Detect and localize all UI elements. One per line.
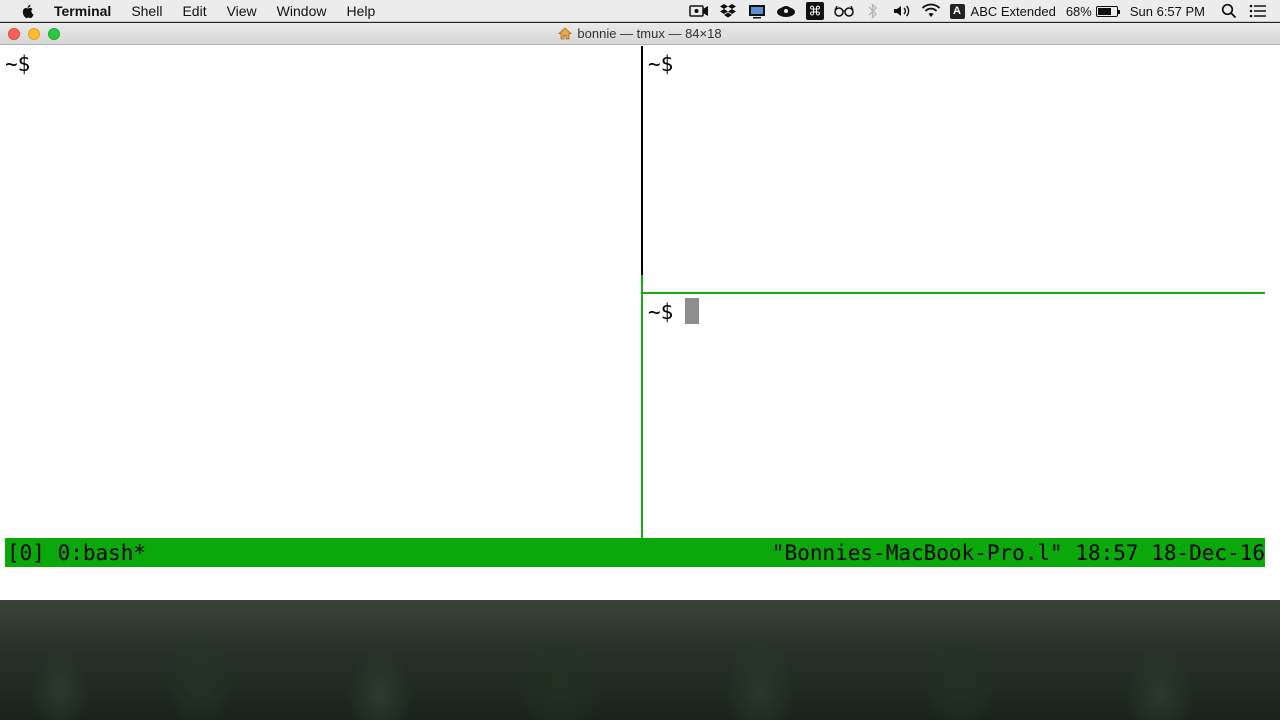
shell-prompt: ~$ (648, 52, 674, 76)
tmux-pane-left[interactable]: ~$ (0, 46, 641, 538)
minimize-window-button[interactable] (28, 28, 40, 40)
menu-bar-status-area: ⌘ A ABC Extended 68% Sun 6:57 PM (688, 0, 1280, 22)
terminal-content[interactable]: ~$ ~$ ~$ [0] 0:bash* "Bonnies-MacBook-Pr… (0, 46, 1280, 600)
battery-icon[interactable] (1095, 5, 1120, 17)
shell-prompt-text: ~$ (648, 300, 674, 324)
command-key-icon[interactable]: ⌘ (805, 2, 825, 20)
zoom-window-button[interactable] (48, 28, 60, 40)
menu-bar: Terminal Shell Edit View Window Help ⌘ A… (0, 0, 1280, 22)
tmux-window-list[interactable]: [0] 0:bash* (5, 541, 146, 565)
cloud-app-icon[interactable] (776, 3, 796, 19)
pane-divider-horizontal-active[interactable] (641, 292, 1265, 294)
reading-glasses-icon[interactable] (833, 3, 854, 19)
tmux-pane-top-right[interactable]: ~$ (643, 46, 1265, 292)
volume-icon[interactable] (892, 3, 912, 19)
menu-window[interactable]: Window (277, 3, 327, 19)
svg-text:⌘: ⌘ (808, 5, 821, 20)
shell-prompt: ~$ (5, 52, 31, 76)
window-title: bonnie — tmux — 84×18 (577, 26, 722, 41)
wifi-icon[interactable] (921, 3, 941, 19)
apple-menu-icon[interactable] (20, 3, 36, 19)
tmux-pane-bottom-right[interactable]: ~$ (643, 294, 1265, 538)
pane-divider-vertical-active[interactable] (641, 275, 643, 538)
bluetooth-icon[interactable] (863, 3, 883, 19)
menu-shell[interactable]: Shell (131, 3, 162, 19)
spotlight-search-icon[interactable] (1219, 3, 1239, 19)
menu-help[interactable]: Help (346, 3, 375, 19)
desktop-background (0, 600, 1280, 720)
pane-divider-vertical[interactable] (641, 46, 643, 275)
menu-view[interactable]: View (227, 3, 257, 19)
tmux-status-right: "Bonnies-MacBook-Pro.l" 18:57 18-Dec-16 (771, 540, 1265, 565)
tmux-status-bar: [0] 0:bash* "Bonnies-MacBook-Pro.l" 18:5… (5, 538, 1265, 567)
terminal-window: bonnie — tmux — 84×18 ~$ ~$ ~$ [0] 0:bas… (0, 23, 1280, 600)
menu-app-terminal[interactable]: Terminal (54, 3, 111, 19)
facetime-camera-icon[interactable] (688, 3, 709, 19)
home-folder-icon (558, 27, 573, 40)
dropbox-icon[interactable] (718, 3, 738, 19)
close-window-button[interactable] (8, 28, 20, 40)
clock[interactable]: Sun 6:57 PM (1130, 4, 1205, 19)
shell-prompt-active: ~$ (648, 298, 700, 326)
battery-percent[interactable]: 68% (1066, 4, 1092, 19)
notification-center-icon[interactable] (1248, 3, 1268, 19)
menu-edit[interactable]: Edit (182, 3, 206, 19)
window-titlebar[interactable]: bonnie — tmux — 84×18 (0, 23, 1280, 45)
display-icon[interactable] (747, 3, 767, 19)
input-source-icon[interactable]: A (949, 3, 965, 19)
terminal-cursor (685, 298, 700, 324)
input-source-label[interactable]: ABC Extended (971, 4, 1056, 19)
